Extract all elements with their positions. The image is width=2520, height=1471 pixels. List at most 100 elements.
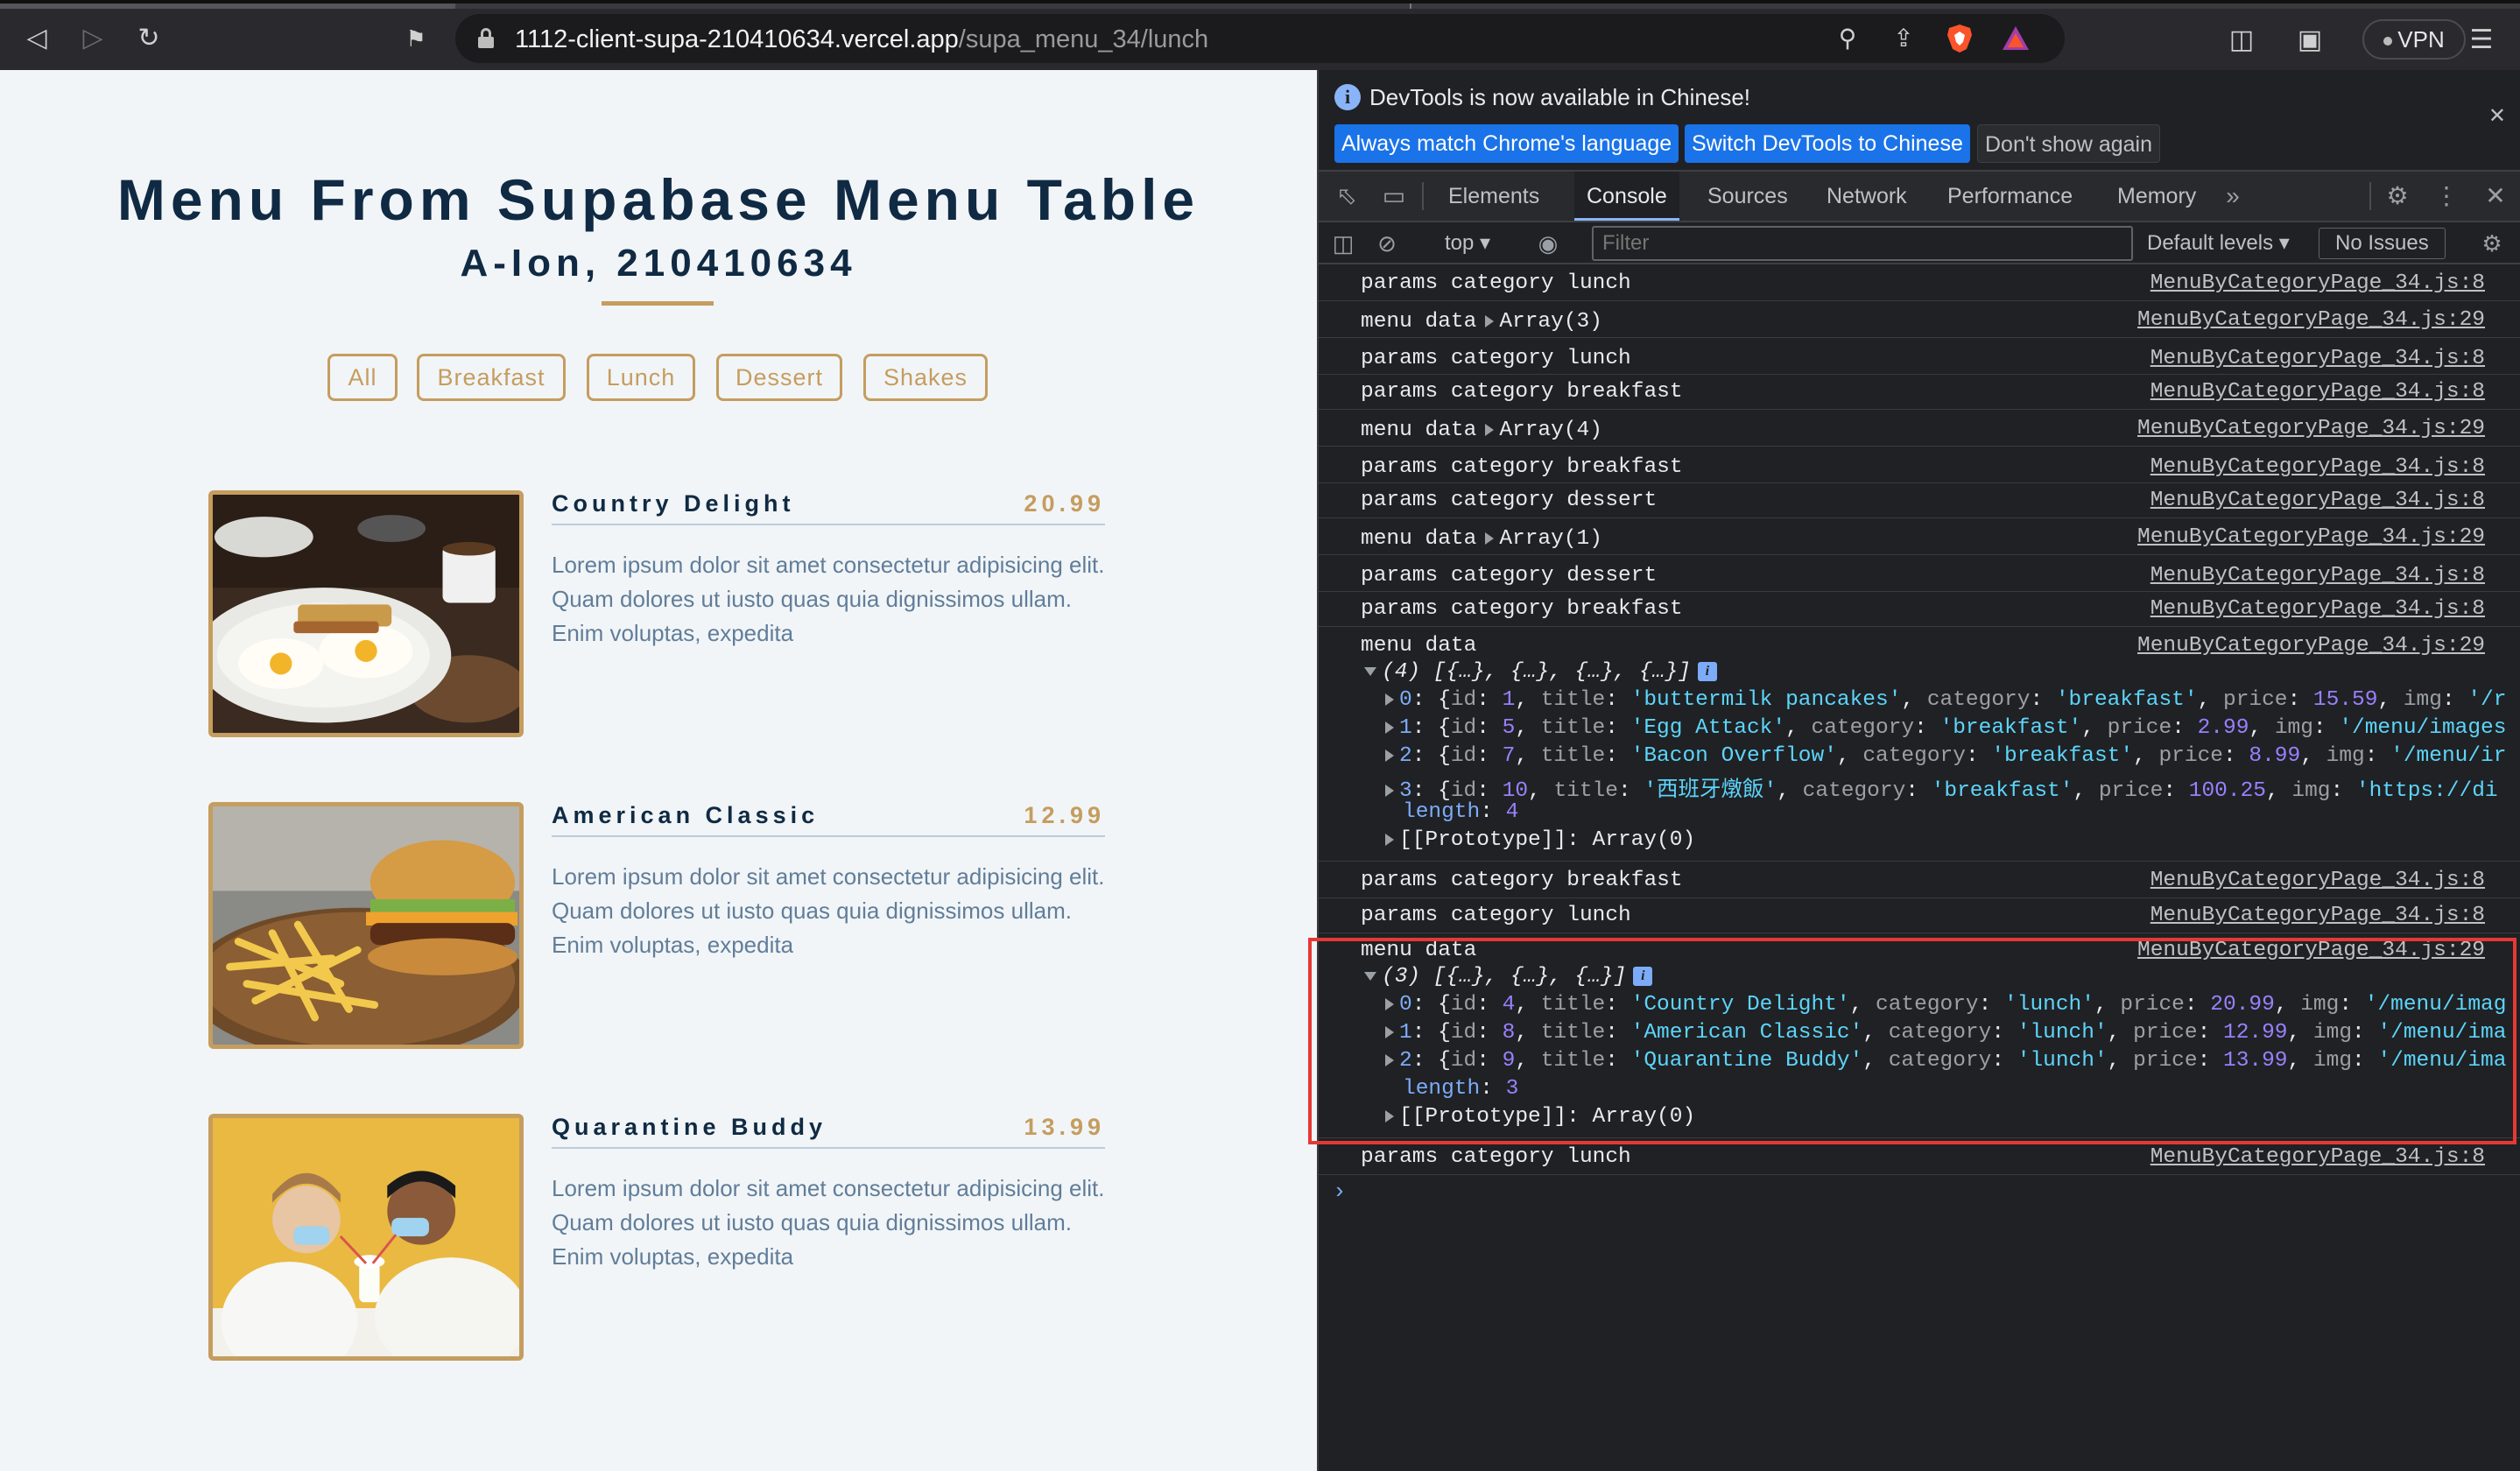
console-message[interactable]: params category dessert MenuByCategoryPa… (1319, 555, 2520, 592)
console-message[interactable]: params category breakfast MenuByCategory… (1319, 375, 2520, 410)
menu-item-title: Country Delight (552, 490, 795, 517)
console-message[interactable]: params category breakfast MenuByCategory… (1319, 592, 2520, 627)
tab-performance[interactable]: Performance (1935, 172, 2085, 221)
source-link[interactable]: MenuByCategoryPage_34.js:29 (2137, 634, 2485, 658)
console-message-expanded[interactable]: menu data MenuByCategoryPage_34.js:29 (4… (1319, 627, 2520, 862)
source-link[interactable]: MenuByCategoryPage_34.js:29 (2137, 417, 2485, 440)
info-icon[interactable]: i (1697, 661, 1717, 681)
menu-item-divider (552, 835, 1105, 837)
source-link[interactable]: MenuByCategoryPage_34.js:8 (2150, 455, 2485, 479)
source-link[interactable]: MenuByCategoryPage_34.js:29 (2137, 308, 2485, 332)
source-link[interactable]: MenuByCategoryPage_34.js:8 (2150, 271, 2485, 295)
console-message[interactable]: menu data Array(4) MenuByCategoryPage_34.… (1319, 410, 2520, 447)
address-bar[interactable]: 1112-client-supa-210410634.vercel.app/su… (455, 14, 2065, 63)
menu-item-photo (208, 802, 524, 1049)
console-settings-icon[interactable]: ⚙ (2478, 229, 2506, 257)
back-button[interactable]: ◁ (19, 21, 54, 56)
collapse-arrow-icon[interactable] (1364, 666, 1376, 676)
filter-button-all[interactable]: All (327, 354, 398, 401)
console-message[interactable]: params category breakfast MenuByCategory… (1319, 447, 2520, 483)
source-link[interactable]: MenuByCategoryPage_34.js:8 (2150, 869, 2485, 892)
share-icon[interactable]: ⇪ (1888, 23, 1919, 54)
log-levels-dropdown[interactable]: Default levels ▾ (2147, 228, 2290, 259)
array-header[interactable]: (4) [{…}, {…}, {…}, {…}] i (1364, 660, 1717, 684)
menu-item-price: 20.99 (1024, 490, 1105, 517)
console-filter-input[interactable] (1592, 226, 2133, 261)
infobar-message: DevTools is now available in Chinese! (1369, 84, 1751, 110)
vpn-button[interactable]: VPN (2362, 19, 2466, 60)
tab-strip (0, 4, 2520, 9)
tab-console[interactable]: Console (1574, 172, 1679, 221)
filter-button-lunch[interactable]: Lunch (587, 354, 695, 401)
context-selector[interactable]: top ▾ (1445, 228, 1490, 259)
filter-button-breakfast[interactable]: Breakfast (417, 354, 566, 401)
menu-item-title: Quarantine Buddy (552, 1114, 827, 1140)
source-link[interactable]: MenuByCategoryPage_34.js:8 (2150, 347, 2485, 370)
source-link[interactable]: MenuByCategoryPage_34.js:8 (2150, 597, 2485, 621)
console-prompt[interactable]: › (1333, 1179, 1347, 1205)
console-message[interactable]: menu data Array(3) MenuByCategoryPage_34.… (1319, 301, 2520, 338)
array-prototype[interactable]: [[Prototype]]: Array(0) (1376, 828, 1695, 852)
filter-button-dessert[interactable]: Dessert (716, 354, 842, 401)
sidebar-toggle-icon[interactable]: ◫ (1329, 229, 1357, 257)
tab-memory[interactable]: Memory (2105, 172, 2208, 221)
match-language-button[interactable]: Always match Chrome's language (1334, 124, 1679, 163)
filter-button-shakes[interactable]: Shakes (863, 354, 988, 401)
console-message[interactable]: params category dessert MenuByCategoryPa… (1319, 483, 2520, 518)
source-link[interactable]: MenuByCategoryPage_34.js:8 (2150, 489, 2485, 512)
wallet-icon[interactable]: ▣ (2292, 23, 2327, 58)
array-entry[interactable]: 1: {id: 5, title: 'Egg Attack', category… (1376, 716, 2506, 740)
web-page: Menu From Supabase Menu Table A-Ion, 210… (0, 70, 1317, 1471)
forward-button[interactable]: ▷ (75, 21, 110, 56)
clear-console-icon[interactable]: ⊘ (1373, 229, 1401, 257)
close-devtools-icon[interactable]: ✕ (2480, 180, 2511, 212)
brave-rewards-icon[interactable] (2000, 23, 2031, 54)
close-icon[interactable]: ✕ (2488, 103, 2506, 129)
tab-network[interactable]: Network (1814, 172, 1919, 221)
sidebar-icon[interactable]: ◫ (2224, 23, 2259, 58)
tab-sources[interactable]: Sources (1695, 172, 1800, 221)
console-message[interactable]: menu data Array(1) MenuByCategoryPage_34.… (1319, 518, 2520, 555)
issues-button[interactable]: No Issues (2319, 228, 2446, 259)
reload-button[interactable]: ↻ (131, 21, 166, 56)
expand-arrow-icon[interactable] (1485, 314, 1495, 327)
console-message[interactable]: params category lunch MenuByCategoryPage… (1319, 338, 2520, 375)
devtools-tabbar: ⬁ ▭ Elements Console Sources Network Per… (1319, 172, 2520, 222)
array-entry[interactable]: 3: {id: 10, title: '西班牙燉飯', category: 'b… (1376, 772, 2498, 803)
page-subtitle: A-Ion, 210410634 (460, 242, 857, 285)
dont-show-again-button[interactable]: Don't show again (1977, 124, 2161, 163)
menu-item-description: Lorem ipsum dolor sit amet consectetur a… (552, 1175, 1105, 1270)
array-entry[interactable]: 2: {id: 7, title: 'Bacon Overflow', cate… (1376, 744, 2506, 768)
lock-icon[interactable] (478, 28, 494, 48)
source-link[interactable]: MenuByCategoryPage_34.js:29 (2137, 525, 2485, 549)
inspect-element-icon[interactable]: ⬁ (1331, 180, 1362, 212)
tab-elements[interactable]: Elements (1436, 172, 1552, 221)
brave-shields-icon[interactable] (1944, 23, 1975, 54)
zoom-icon[interactable]: ⚲ (1832, 23, 1863, 54)
kebab-menu-icon[interactable]: ⋮ (2431, 180, 2462, 212)
source-link[interactable]: MenuByCategoryPage_34.js:8 (2150, 380, 2485, 404)
source-link[interactable]: MenuByCategoryPage_34.js:8 (2150, 1145, 2485, 1169)
switch-language-button[interactable]: Switch DevTools to Chinese (1685, 124, 1970, 163)
more-tabs-icon[interactable]: » (2217, 180, 2249, 212)
menu-item-description: Lorem ipsum dolor sit amet consectetur a… (552, 552, 1105, 646)
browser-toolbar: ◁ ▷ ↻ ⚑ 1112-client-supa-210410634.verce… (0, 0, 2520, 70)
console-message[interactable]: params category lunch MenuByCategoryPage… (1319, 264, 2520, 301)
url-text[interactable]: 1112-client-supa-210410634.vercel.app/su… (515, 25, 1208, 54)
console-message[interactable]: params category lunch MenuByCategoryPage… (1319, 898, 2520, 933)
bookmark-icon[interactable]: ⚑ (398, 21, 433, 56)
source-link[interactable]: MenuByCategoryPage_34.js:8 (2150, 904, 2485, 927)
settings-gear-icon[interactable]: ⚙ (2382, 180, 2413, 212)
device-toolbar-icon[interactable]: ▭ (1378, 180, 1410, 212)
menu-item-price: 12.99 (1024, 802, 1105, 828)
expand-arrow-icon[interactable] (1485, 423, 1495, 436)
menu-item-card: American Classic 12.99 Lorem ipsum dolor… (208, 802, 1105, 1049)
tab-indicator[interactable] (0, 4, 455, 9)
source-link[interactable]: MenuByCategoryPage_34.js:8 (2150, 564, 2485, 588)
console-message[interactable]: params category breakfast MenuByCategory… (1319, 862, 2520, 898)
eye-icon[interactable]: ◉ (1534, 229, 1562, 257)
array-entry[interactable]: 0: {id: 1, title: 'buttermilk pancakes',… (1376, 688, 2506, 712)
expand-arrow-icon[interactable] (1485, 531, 1495, 545)
menu-icon[interactable]: ☰ (2464, 23, 2499, 58)
devtools-panel: i DevTools is now available in Chinese! … (1317, 70, 2520, 1471)
